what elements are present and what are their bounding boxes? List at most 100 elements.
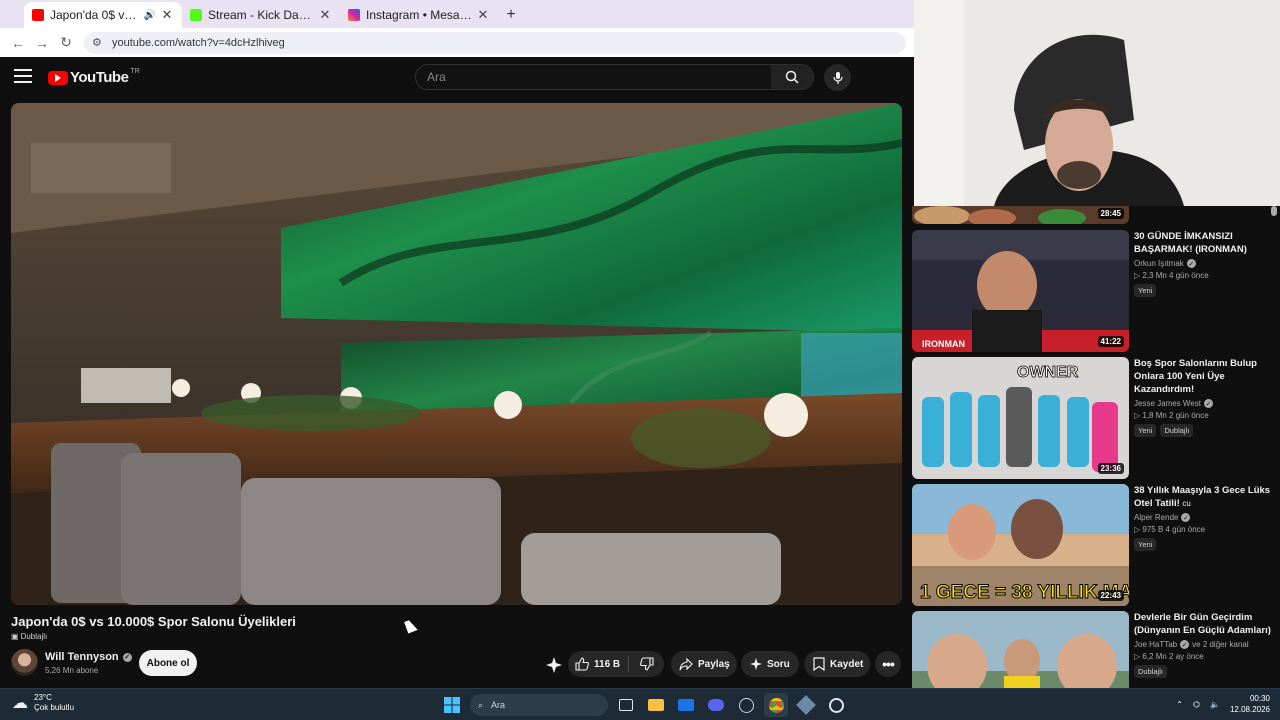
close-tab-icon[interactable]: ✕ [476,7,490,23]
recommendation-channel[interactable]: Alper Rende ✓ [1134,513,1272,522]
like-button[interactable]: 116 B [568,657,628,671]
tab-title: Stream - Kick Dashboard [208,8,314,22]
back-button[interactable]: ← [6,31,30,55]
taskbar-apps: ⌕ Ara [440,693,848,717]
close-tab-icon[interactable]: ✕ [318,7,332,23]
channel-avatar[interactable] [11,649,38,676]
like-count: 116 B [594,658,621,670]
url-text: youtube.com/watch?v=4dcHzlhiveg [112,36,285,49]
obs-icon[interactable] [824,693,848,717]
clock[interactable]: 00:30 12.08.2026 [1230,693,1270,715]
search-button[interactable] [771,64,814,90]
recommendation-title-text: 38 Yıllık Maaşıyla 3 Gece Lüks Otel Tati… [1134,485,1271,509]
weather-widget[interactable]: ☁ 23°C Çok bulutlu [12,693,74,713]
tab-youtube[interactable]: Japon'da 0$ vs 10.000$ Spo 🔊 ✕ [24,2,182,28]
duration-badge: 22:43 [1097,590,1124,601]
channel-name[interactable]: Will Tennyson ✓ [45,651,132,663]
owner-thumb-text: OWNER [1017,364,1079,381]
address-bar[interactable]: ⚙ youtube.com/watch?v=4dcHzlhiveg [84,31,906,54]
youtube-favicon-icon [32,9,44,21]
mail-icon[interactable] [674,693,698,717]
browser-tab-bar: Japon'da 0$ vs 10.000$ Spo 🔊 ✕ Stream - … [0,0,914,28]
reload-button[interactable]: ↻ [54,31,78,55]
dubbed-badge: Dublajlı [1134,665,1168,678]
voice-search-button[interactable] [824,64,851,91]
more-actions-button[interactable]: ••• [875,651,901,677]
recommendation-meta: Boş Spor Salonlarını Bulup Onlara 100 Ye… [1134,357,1272,437]
weather-condition: Çok bulutlu [34,703,75,712]
chrome-icon[interactable] [764,693,788,717]
taskbar-search-placeholder: Ara [491,700,506,710]
duration-badge: 23:36 [1097,463,1124,474]
video-thumbnail[interactable]: OWNER 23:36 [912,357,1129,479]
tab-instagram[interactable]: Instagram • Mesajlar ✕ [340,2,498,28]
youtube-play-icon [48,70,68,85]
new-tab-button[interactable]: + [498,2,524,28]
channel-suffix: ve 2 diğer kanal [1192,640,1249,649]
time: 00:30 [1249,694,1270,703]
search-input[interactable]: Ara [415,64,772,90]
video-title: Japon'da 0$ vs 10.000$ Spor Salonu Üyeli… [11,614,296,629]
recommendations-sidebar: 28:45 IRONMAN 41:22 30 GÜNDE İMKANSIZI B… [912,206,1280,688]
recommendation-title[interactable]: 30 GÜNDE İMKANSIZI BAŞARMAK! (IRONMAN) [1134,230,1272,256]
close-tab-icon[interactable]: ✕ [160,7,174,23]
recommendation-tags: Dublajlı [1134,665,1272,678]
video-thumbnail[interactable]: IRONMAN 41:22 [912,230,1129,352]
screen: Japon'da 0$ vs 10.000$ Spo 🔊 ✕ Stream - … [0,0,1280,720]
subscriber-count: 5,26 Mn abone [45,666,99,675]
share-label: Paylaş [698,658,730,670]
recommendation-tags: Yeni [1134,538,1272,551]
steam-icon[interactable] [734,693,758,717]
sidebar-scrollbar[interactable] [1271,206,1277,216]
microphone-icon [832,71,843,84]
video-player[interactable] [11,103,902,605]
start-button[interactable] [440,693,464,717]
verified-icon: ✓ [1180,640,1190,649]
tab-kick[interactable]: Stream - Kick Dashboard ✕ [182,2,340,28]
task-view-icon[interactable] [614,693,638,717]
recommendation-channel[interactable]: Joe HaTTab ✓ ve 2 diğer kanal [1134,640,1272,649]
system-tray: ⌃ ⌬ 🔈 00:30 12.08.2026 [1176,693,1270,715]
video-thumbnail[interactable] [912,611,1129,688]
recommendation-channel[interactable]: Orkun Işıtmak ✓ [1134,259,1272,268]
new-badge: Yeni [1134,538,1157,551]
site-info-icon[interactable]: ⚙ [92,36,106,49]
dislike-button[interactable] [629,657,664,671]
discord-icon[interactable] [704,693,728,717]
like-dislike-group: 116 B [568,651,664,677]
search-icon: ⌕ [478,699,484,710]
share-button[interactable]: Paylaş [671,651,737,677]
recommendation-title[interactable]: 38 Yıllık Maaşıyla 3 Gece Lüks Otel Tati… [1134,484,1272,510]
instagram-favicon-icon [348,9,360,21]
dubbed-label: Dublajlı [20,632,48,641]
recommendation-title[interactable]: Devlerle Bir Gün Geçirdim (Dünyanın En G… [1134,611,1272,637]
ask-label: Soru [767,658,790,670]
search-placeholder: Ara [427,70,446,84]
volume-icon[interactable]: 🔈 [1210,700,1220,709]
recommendation-channel[interactable]: Jesse James West ✓ [1134,399,1272,408]
tray-expand-icon[interactable]: ⌃ [1176,700,1183,709]
recommendation-stats: ▷ 2,3 Mn 4 gün önce [1134,271,1209,280]
menu-icon[interactable] [14,69,32,83]
forward-button[interactable]: → [30,31,54,55]
ask-button[interactable]: Soru [741,651,799,677]
sparkle-icon[interactable] [545,656,563,674]
save-button[interactable]: Kaydet [804,651,870,677]
mouse-cursor [404,618,418,634]
youtube-logo[interactable]: YouTube TR [48,68,140,86]
recommendation-title[interactable]: Boş Spor Salonlarını Bulup Onlara 100 Ye… [1134,357,1272,396]
recommendation-meta: 30 GÜNDE İMKANSIZI BAŞARMAK! (IRONMAN) O… [1134,230,1272,297]
app-icon[interactable] [794,693,818,717]
file-explorer-icon[interactable] [644,693,668,717]
tab-title: Japon'da 0$ vs 10.000$ Spo [50,8,141,22]
thumbnail-image: 1 GECE = 38 YILLIK MAAŞ [912,484,1129,606]
video-frame [11,103,902,605]
subscribe-button[interactable]: Abone ol [139,650,197,676]
country-code: TR [130,68,140,75]
video-thumbnail[interactable]: 28:45 [912,206,1129,224]
taskbar-search[interactable]: ⌕ Ara [470,694,608,716]
dubbed-badge: ▣ Dublajlı [11,632,47,641]
network-icon[interactable]: ⌬ [1193,700,1200,709]
video-thumbnail[interactable]: 1 GECE = 38 YILLIK MAAŞ 22:43 [912,484,1129,606]
audio-playing-icon[interactable]: 🔊 [144,10,156,21]
